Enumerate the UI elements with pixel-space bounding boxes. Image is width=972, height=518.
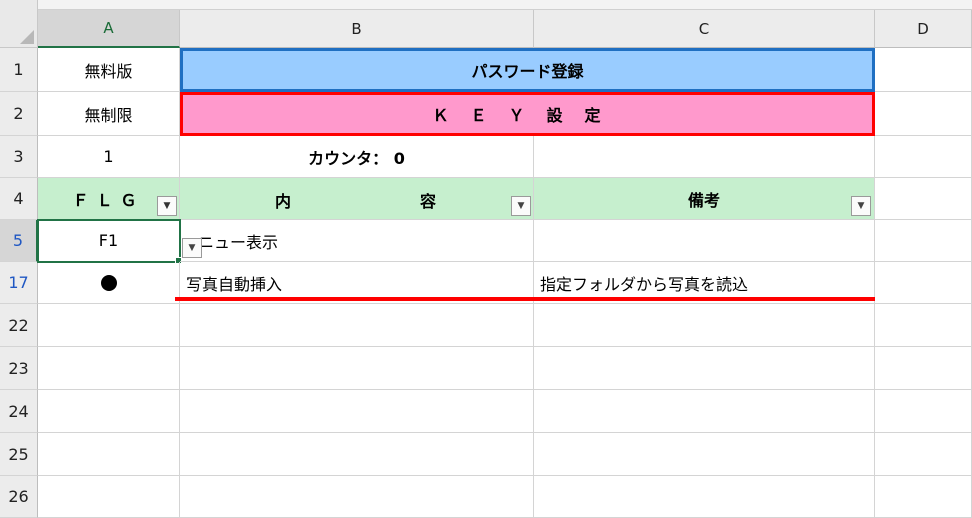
column-header-b[interactable]: B <box>180 10 534 48</box>
cell-b1-password-registration[interactable]: パスワード登録 <box>180 48 875 92</box>
cell-b5[interactable]: ニュー表示 <box>180 220 534 262</box>
row-header-17[interactable]: 17 <box>0 262 38 304</box>
cell-a1[interactable]: 無料版 <box>38 48 180 92</box>
cell-b3-counter[interactable]: カウンタ： 0 <box>180 136 534 178</box>
cell-d2[interactable] <box>875 92 972 136</box>
row-header-2[interactable]: 2 <box>0 92 38 136</box>
cell-b26[interactable] <box>180 476 534 518</box>
top-strip <box>38 0 972 10</box>
column-header-a[interactable]: A <box>38 10 180 48</box>
row-header-22[interactable]: 22 <box>0 304 38 347</box>
cell-b24[interactable] <box>180 390 534 433</box>
cell-d24[interactable] <box>875 390 972 433</box>
cell-c26[interactable] <box>534 476 875 518</box>
filled-circle-marker <box>100 274 117 291</box>
chevron-down-icon: ▼ <box>517 201 525 211</box>
cell-d22[interactable] <box>875 304 972 347</box>
cell-d5[interactable] <box>875 220 972 262</box>
cell-a3[interactable]: 1 <box>38 136 180 178</box>
flg-header-label: ＦＬＧ <box>72 190 145 210</box>
select-all-triangle-icon <box>20 30 34 44</box>
cell-c3[interactable] <box>534 136 875 178</box>
cell-d4[interactable] <box>875 178 972 220</box>
row-header-3[interactable]: 3 <box>0 136 38 178</box>
cell-b23[interactable] <box>180 347 534 390</box>
filter-dropdown-button-b[interactable]: ▼ <box>511 196 531 216</box>
cell-c24[interactable] <box>534 390 875 433</box>
cell-a22[interactable] <box>38 304 180 347</box>
cell-a26[interactable] <box>38 476 180 518</box>
cell-c5[interactable] <box>534 220 875 262</box>
chevron-down-icon: ▼ <box>188 243 196 253</box>
chevron-down-icon: ▼ <box>857 201 865 211</box>
column-header-c[interactable]: C <box>534 10 875 48</box>
select-all-corner[interactable] <box>0 0 38 48</box>
cell-b25[interactable] <box>180 433 534 476</box>
funnel-dropdown-icon: ▼ <box>163 201 171 211</box>
cell-d3[interactable] <box>875 136 972 178</box>
spreadsheet-grid: A B C D 1 2 3 4 5 17 22 23 24 25 26 無料版 … <box>0 0 972 518</box>
cell-a17[interactable] <box>38 262 180 304</box>
cell-b2-key-setting[interactable]: ＫＥＹ設定 <box>180 92 875 136</box>
row-header-5[interactable]: 5 <box>0 220 38 262</box>
cell-d17[interactable] <box>875 262 972 304</box>
red-underline-annotation <box>175 297 875 301</box>
cell-d26[interactable] <box>875 476 972 518</box>
cell-d23[interactable] <box>875 347 972 390</box>
cell-a25[interactable] <box>38 433 180 476</box>
filter-dropdown-button-c[interactable]: ▼ <box>851 196 871 216</box>
cell-dropdown-button-b5[interactable]: ▼ <box>182 238 202 258</box>
notes-header-label: 備考 <box>687 190 720 210</box>
cell-c25[interactable] <box>534 433 875 476</box>
content-header-label-left: 内 <box>275 192 292 211</box>
cell-b4-content-header[interactable]: 内 容 <box>180 178 534 220</box>
row-header-25[interactable]: 25 <box>0 433 38 476</box>
cell-c23[interactable] <box>534 347 875 390</box>
cell-c22[interactable] <box>534 304 875 347</box>
content-header-label-right: 容 <box>420 192 437 211</box>
column-header-d[interactable]: D <box>875 10 972 48</box>
cell-a24[interactable] <box>38 390 180 433</box>
cell-b22[interactable] <box>180 304 534 347</box>
row-header-1[interactable]: 1 <box>0 48 38 92</box>
row-header-26[interactable]: 26 <box>0 476 38 518</box>
cell-c4-notes-header[interactable]: 備考 <box>534 178 875 220</box>
cell-a2[interactable]: 無制限 <box>38 92 180 136</box>
row-header-24[interactable]: 24 <box>0 390 38 433</box>
active-cell-border <box>37 219 181 263</box>
cell-d25[interactable] <box>875 433 972 476</box>
filter-applied-button-a[interactable]: ▼ <box>157 196 177 216</box>
cell-d1[interactable] <box>875 48 972 92</box>
row-header-4[interactable]: 4 <box>0 178 38 220</box>
row-header-23[interactable]: 23 <box>0 347 38 390</box>
cell-a23[interactable] <box>38 347 180 390</box>
